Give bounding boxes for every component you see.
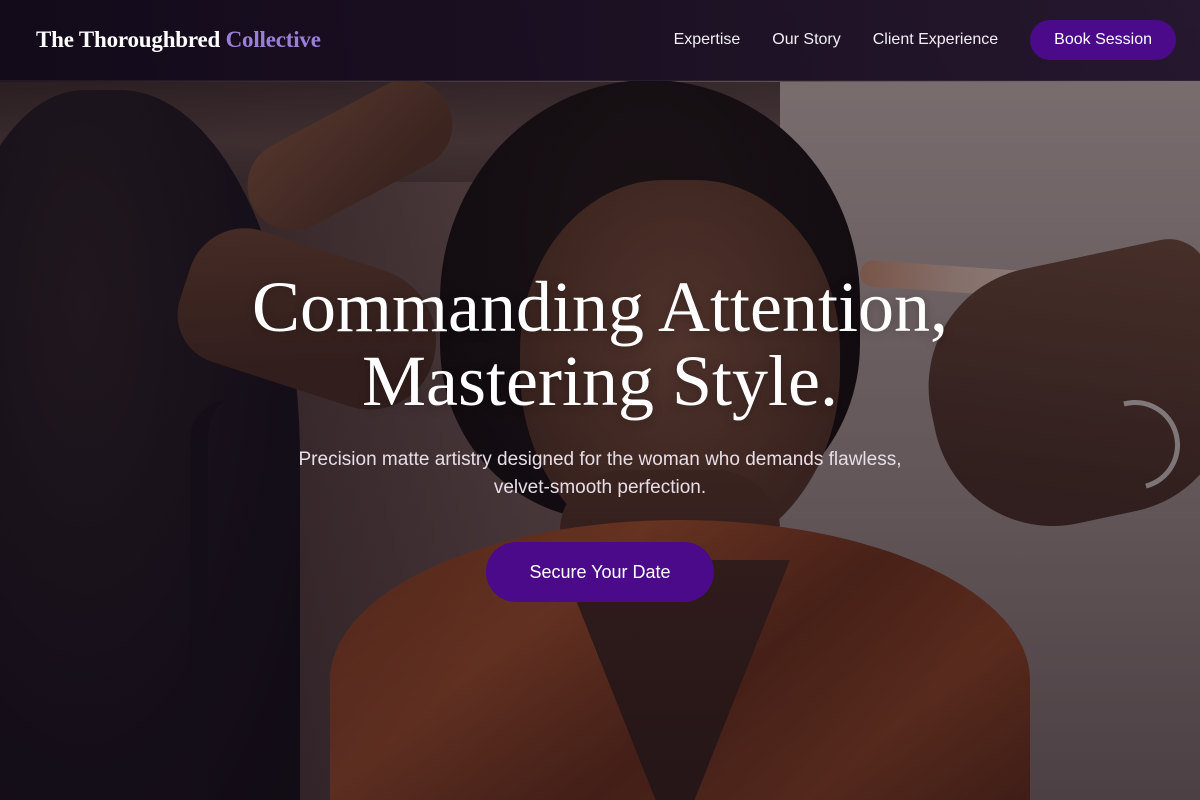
site-header: The Thoroughbred Collective Expertise Ou…	[0, 0, 1200, 81]
nav-link-client-experience[interactable]: Client Experience	[873, 31, 998, 49]
nav-link-our-story[interactable]: Our Story	[772, 31, 840, 49]
book-session-button[interactable]: Book Session	[1030, 20, 1176, 60]
hero-subtitle: Precision matte artistry designed for th…	[298, 449, 902, 498]
hero-title-line-2: Mastering Style.	[362, 341, 838, 421]
brand-logo[interactable]: The Thoroughbred Collective	[36, 27, 321, 53]
logo-accent-text: Collective	[225, 27, 321, 52]
main-nav: Expertise Our Story Client Experience Bo…	[674, 20, 1176, 60]
hero-title-line-1: Commanding Attention,	[252, 267, 948, 347]
hero-section: Commanding Attention, Mastering Style. P…	[0, 270, 1200, 602]
nav-link-expertise[interactable]: Expertise	[674, 31, 741, 49]
logo-main-text: The Thoroughbred	[36, 27, 221, 52]
secure-your-date-button[interactable]: Secure Your Date	[486, 542, 714, 602]
hero-title: Commanding Attention, Mastering Style.	[0, 270, 1200, 418]
